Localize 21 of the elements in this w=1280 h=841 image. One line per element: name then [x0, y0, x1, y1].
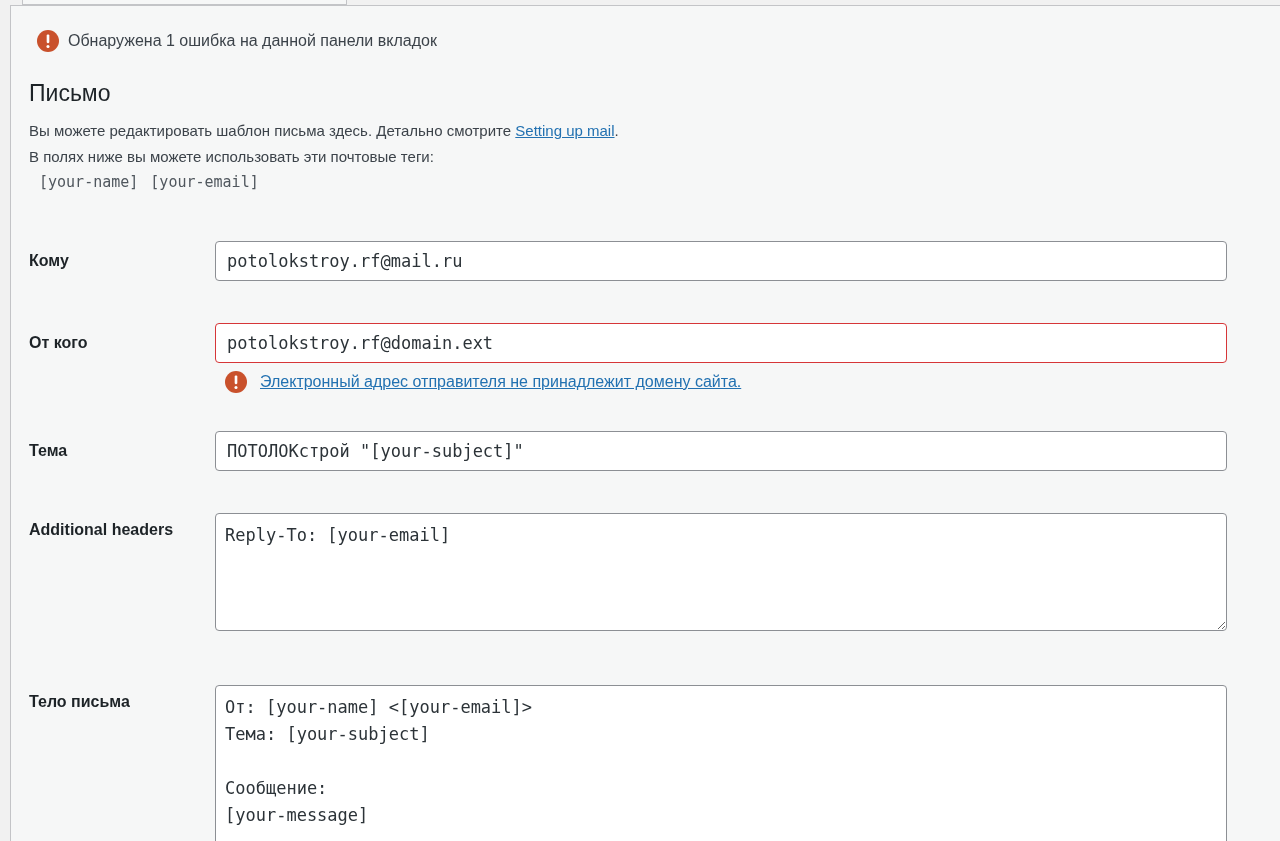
text-field[interactable]: ПОТОЛОКстрой "[your-subject]"	[215, 431, 1227, 471]
text-field[interactable]: potolokstroy.rf@mail.ru	[215, 241, 1227, 281]
setting-up-mail-link[interactable]: Setting up mail	[515, 122, 615, 139]
error-summary: Обнаружена 1 ошибка на данной панели вкладок	[68, 32, 437, 50]
error-icon	[37, 30, 59, 52]
field-label: От кого	[29, 333, 89, 353]
tags-intro-text: В полях ниже вы можете использовать эти почтовые теги:	[29, 147, 435, 167]
error-link[interactable]: Электронный адрес отправителя не принадлежит домену сайта.	[260, 373, 742, 391]
headers-field[interactable]: Reply-To: [your-email]	[215, 513, 1227, 631]
text-field[interactable]: potolokstroy.rf@domain.ext	[215, 323, 1227, 363]
field-label: Additional headers	[29, 520, 175, 540]
mail-tag: [your-name]	[39, 173, 139, 191]
field-label: Кому	[29, 251, 70, 271]
description-text: Вы можете редактировать шаблон письма здесь. Детально смотрите Setting up mail.	[29, 121, 620, 141]
mail-tag: [your-email]	[150, 173, 259, 191]
error-icon	[225, 371, 247, 393]
section-title: Письмо	[29, 80, 112, 107]
tab[interactable]	[22, 0, 347, 5]
field-label: Тело письма	[29, 692, 131, 712]
message-body-field[interactable]: От: [your-name] <[your-email]> Тема: [your-subject] Сообщение: [your-message]	[215, 685, 1227, 841]
field-label: Тема	[29, 441, 69, 461]
